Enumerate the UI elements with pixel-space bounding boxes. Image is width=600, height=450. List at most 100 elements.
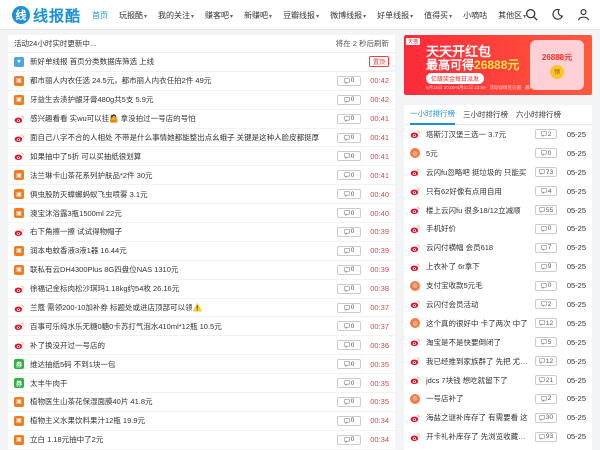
feed-row[interactable]: ▣ 澳宝沐浴露3瓶1500ml 22元 0 00:40 — [8, 204, 395, 224]
promo-banner[interactable]: 天猫 天天开红包 最高可得26888元 亿级奖金每日派发 5月15日 20:00… — [404, 35, 592, 95]
feed-row[interactable]: ▣ 俱虫股防灭蟑螂蚂蚁飞虫喷雾 3.1元 0 00:40 — [8, 185, 395, 205]
feed-row-title[interactable]: 植物医生山茶花保湿面膜40片 41.8元 — [30, 396, 333, 407]
feed-row[interactable]: ▣ 植物医生山茶花保湿面膜40片 41.8元 0 00:35 — [8, 393, 395, 412]
comment-count-value: 0 — [350, 228, 355, 236]
nav-item-7[interactable]: 好单线报▾ — [373, 10, 417, 21]
ranking-row[interactable]: 淘宝是不是快要倒闭了 5 05-25 — [404, 333, 592, 352]
ranking-tab-2[interactable]: 六小时排行榜 — [516, 105, 561, 125]
ranking-row-title[interactable]: 云闪付横幅 会员618 — [426, 242, 531, 253]
ranking-row-title[interactable]: 云闪付会员活动 — [426, 299, 531, 310]
ranking-row-title[interactable]: 上衣补了 6r拿下 — [426, 261, 531, 272]
nav-item-2[interactable]: 我的关注▾ — [154, 10, 198, 21]
ranking-row-title[interactable]: 淘宝是不是快要倒闭了 — [426, 337, 531, 348]
ranking-row-title[interactable]: 开卡礼补库存了 先浏览收藏一遍 — [426, 431, 531, 442]
feed-row-title[interactable]: 兰蔻 需领200-10加补券 标题处或进店顶部可以领⚠️ — [30, 302, 333, 313]
feed-row[interactable]: 券太丰牛肉干 0 00:35 — [8, 374, 395, 394]
feed-row-title[interactable]: 澳宝沐浴露3瓶1500ml 22元 — [30, 208, 333, 219]
ranking-row-date: 05-25 — [566, 413, 586, 423]
ranking-row[interactable]: ◎ 支付宝收款5元毛 0 05-25 — [404, 276, 592, 295]
feed-row[interactable]: ▣ 法兰琳卡山茶花系列护肤品*2件 30元 0 00:41 — [8, 166, 395, 186]
feed-row-title[interactable]: 徐福记金标肉松沙琪玛1.18kg约54枚 26.16元 — [30, 283, 333, 294]
ranking-row[interactable]: 云闪付会员活动 2 05-25 — [404, 295, 592, 314]
ranking-row[interactable]: 我已经推到家族群了 先把 尤其是 12 05-25 — [404, 352, 592, 371]
ranking-row-title[interactable]: 塔斯汀汉堡三选一 3.7元 — [426, 129, 531, 140]
feed-row-title[interactable]: 牙益生去渍护龈牙膏480g共5支 5.9元 — [30, 94, 333, 105]
ranking-row[interactable]: ◎ 这个真的很好中 卡了两次 中了 12 05-25 — [404, 314, 592, 333]
feed-row[interactable]: ★ 新好单线报 首页分类数据库筛选 上线 置顶 — [8, 53, 395, 72]
feed-row[interactable]: 如果抽中了5折 可以买抽纸很划算 0 00:41 — [8, 147, 395, 167]
nav-item-9[interactable]: 小嘀咕 — [459, 10, 491, 21]
nav-item-0[interactable]: 首页 — [88, 10, 112, 21]
feed-row-title[interactable]: 都市丽人内衣任选 24.5元，都市丽人内衣任拍2件 49元 — [30, 75, 333, 86]
ranking-row[interactable]: 塔斯汀汉堡三选一 3.7元 2 05-25 — [404, 125, 592, 144]
ranking-row[interactable]: 手机好价 0 05-25 — [404, 219, 592, 238]
ranking-tab-1[interactable]: 三小时排行榜 — [463, 105, 508, 125]
ranking-row[interactable]: 海盐之谜补库存了 有需要看 这 30 05-25 — [404, 408, 592, 427]
comment-count: 0 — [337, 378, 361, 389]
dark-mode-moon-icon[interactable] — [550, 7, 564, 21]
ranking-row-title[interactable]: 支付宝收款5元毛 — [426, 280, 531, 291]
feed-row-title[interactable]: 面自己八字不合的人相处 不带是什么事情她都能整出点幺蛾子 关键是这种人脸皮都挺厚 — [30, 132, 333, 143]
feed-row[interactable]: ▣ 润本电蚊香液3液1器 16.44元 0 00:39 — [8, 242, 395, 261]
ranking-tab-0[interactable]: 一小时排行榜 — [410, 105, 455, 125]
ranking-panel: 一小时排行榜 三小时排行榜 六小时排行榜 塔斯汀汉堡三选一 3.7元 2 05-25 ◎ 5… — [404, 105, 592, 450]
ranking-row[interactable]: 楼上云闪fu 很多18/12立减顺 55 05-25 — [404, 201, 592, 220]
feed-row[interactable]: ▣ 联私有云DH4300Plus 8G四盘位NAS 1310元 0 00:39 — [8, 261, 395, 280]
ranking-row[interactable]: 上衣补了 6r拿下 9 05-25 — [404, 257, 592, 276]
feed-row[interactable]: ▣ 都市丽人内衣任选 24.5元，都市丽人内衣任拍2件 49元 0 00:42 — [8, 72, 395, 91]
feed-row[interactable]: 徐福记金标肉松沙琪玛1.18kg约54枚 26.16元 0 00:38 — [8, 280, 395, 299]
ranking-row-title[interactable]: 手机好价 — [426, 223, 531, 234]
feed-row[interactable]: ▣ 植物主义水果饮料果汁12瓶 19.9元 0 00:34 — [8, 412, 395, 431]
feed-row-title[interactable]: 联私有云DH4300Plus 8G四盘位NAS 1310元 — [30, 264, 333, 275]
ranking-row-title[interactable]: jdcs 7块钱 想吃就留下了 — [426, 375, 531, 386]
feed-row-title[interactable]: 感兴趣看看 实wu可以挂🤷 拿没拍过一号店的号怕 — [30, 113, 333, 124]
feed-row-title[interactable]: 新好单线报 首页分类数据库筛选 上线 — [30, 56, 365, 67]
ranking-row-title[interactable]: 这个真的很好中 卡了两次 中了 — [426, 318, 531, 329]
feed-row[interactable]: ▣ 牙益生去渍护龈牙膏480g共5支 5.9元 0 00:42 — [8, 91, 395, 110]
nav-item-1[interactable]: 玩报酷▾ — [115, 10, 151, 21]
ranking-row-title[interactable]: 一号店补了 — [426, 393, 531, 404]
feed-row-title[interactable]: 百事可乐纯水乐无糖0糖0卡苏打气泡水410ml*12瓶 10.5元 — [30, 321, 333, 332]
search-icon[interactable] — [524, 7, 538, 21]
nav-item-3[interactable]: 赚客吧▾ — [201, 10, 237, 21]
ranking-row-title[interactable]: 云闪fu忽略吧 挺垃圾的 只能买 — [426, 167, 531, 178]
feed-row[interactable]: 百事可乐纯水乐无糖0糖0卡苏打气泡水410ml*12瓶 10.5元 0 00:37 — [8, 317, 395, 337]
feed-row-title[interactable]: 右下角擦一擦 试试得物帽子 — [30, 226, 333, 237]
feed-row[interactable]: 兰蔻 需领200-10加补券 标题处或进店顶部可以领⚠️ 0 00:37 — [8, 299, 395, 318]
feed-row[interactable]: 面自己八字不合的人相处 不带是什么事情她都能整出点幺蛾子 关键是这种人脸皮都挺厚… — [8, 129, 395, 148]
nav-item-6[interactable]: 微博线报▾ — [326, 10, 370, 21]
feed-row-title[interactable]: 如果抽中了5折 可以买抽纸很划算 — [30, 151, 333, 162]
feed-row-title[interactable]: 法兰琳卡山茶花系列护肤品*2件 30元 — [30, 170, 333, 181]
feed-row[interactable]: 补了换没开过一号店的 0 00:36 — [8, 336, 395, 356]
feed-row-title[interactable]: 补了换没开过一号店的 — [30, 340, 333, 351]
user-icon[interactable] — [576, 7, 590, 21]
nav-item-8[interactable]: 值得买▾ — [420, 10, 456, 21]
feed-row[interactable]: ▣ 立白 1.18元抽中了2元 0 00:34 — [8, 431, 395, 450]
nav-item-5[interactable]: 豆瓣线报▾ — [279, 10, 323, 21]
ranking-row-title[interactable]: 只有62好像有点用自用 — [426, 186, 531, 197]
feed-row-title[interactable]: 俱虫股防灭蟑螂蚂蚁飞虫喷雾 3.1元 — [30, 189, 333, 200]
feed-row[interactable]: 券维达抽纸5码 不到1块一包 0 00:35 — [8, 355, 395, 375]
feed-row-title[interactable]: 太丰牛肉干 — [30, 378, 333, 389]
promo-button[interactable]: 亿级奖金每日派发 — [426, 73, 485, 84]
site-logo[interactable]: 线 线报酷 — [12, 5, 81, 25]
ranking-row[interactable]: 开卡礼补库存了 先浏览收藏一遍 93 05-25 — [404, 427, 592, 446]
comment-count: 0 — [337, 302, 361, 313]
ranking-row[interactable]: 云闪fu忽略吧 挺垃圾的 只能买 73 05-25 — [404, 163, 592, 182]
feed-row-title[interactable]: 维达抽纸5码 不到1块一包 — [30, 359, 333, 370]
ranking-row-title[interactable]: 我已经推到家族群了 先把 尤其是 — [426, 356, 531, 367]
ranking-row-title[interactable]: 5元 — [426, 148, 531, 159]
feed-row[interactable]: 感兴趣看看 实wu可以挂🤷 拿没拍过一号店的号怕 0 00:41 — [8, 110, 395, 129]
nav-item-4[interactable]: 新赚吧▾ — [240, 10, 276, 21]
ranking-row[interactable]: ◎ 一号店补了 2 05-25 — [404, 389, 592, 408]
ranking-row[interactable]: ◎ 5元 0 05-25 — [404, 144, 592, 163]
ranking-row[interactable]: jdcs 7块钱 想吃就留下了 21 05-25 — [404, 371, 592, 390]
feed-row-title[interactable]: 润本电蚊香液3液1器 16.44元 — [30, 245, 333, 256]
feed-row-title[interactable]: 植物主义水果饮料果汁12瓶 19.9元 — [30, 415, 333, 426]
ranking-row-title[interactable]: 楼上云闪fu 很多18/12立减顺 — [426, 205, 531, 216]
ranking-row-title[interactable]: 海盐之谜补库存了 有需要看 这 — [426, 412, 531, 423]
feed-row[interactable]: 右下角擦一擦 试试得物帽子 0 00:39 — [8, 223, 395, 242]
feed-row-title[interactable]: 立白 1.18元抽中了2元 — [30, 434, 333, 445]
ranking-row[interactable]: 云闪付横幅 会员618 7 05-25 — [404, 238, 592, 257]
ranking-row[interactable]: 只有62好像有点用自用 4 05-25 — [404, 182, 592, 201]
